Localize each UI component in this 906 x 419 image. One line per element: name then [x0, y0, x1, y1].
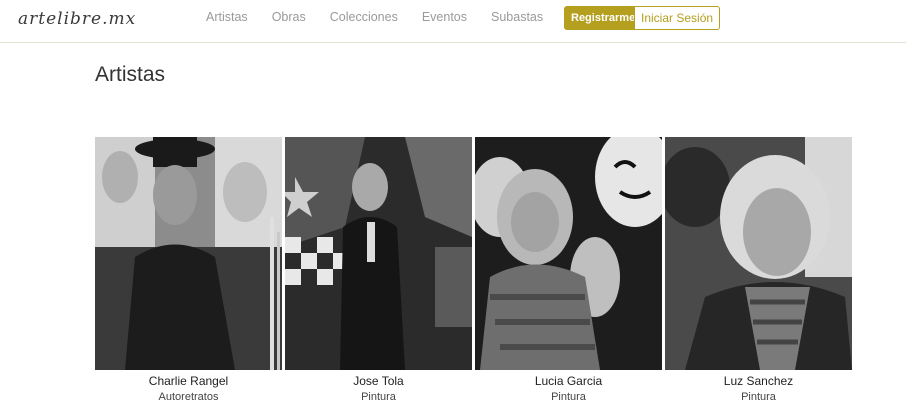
nav-link-colecciones[interactable]: Colecciones — [330, 10, 398, 24]
artist-name[interactable]: Luz Sanchez — [665, 374, 852, 388]
artist-category: Pintura — [361, 391, 396, 403]
artist-portrait-image — [665, 137, 852, 370]
artist-name[interactable]: Lucia Garcia — [475, 374, 662, 388]
top-navbar: artelibre.mx Artistas Obras Colecciones … — [0, 0, 906, 43]
artist-photo[interactable] — [665, 137, 852, 370]
artist-portrait-image — [95, 137, 282, 370]
nav-link-artistas[interactable]: Artistas — [206, 10, 248, 24]
page-title: Artistas — [95, 63, 166, 86]
artist-card-charlie-rangel[interactable]: Charlie Rangel Autoretratos — [95, 137, 282, 403]
artist-photo[interactable] — [475, 137, 662, 370]
artist-category: Autoretratos — [158, 391, 219, 403]
nav-link-eventos[interactable]: Eventos — [422, 10, 467, 24]
site-logo[interactable]: artelibre.mx — [18, 9, 136, 29]
artist-portrait-image — [475, 137, 662, 370]
artist-card-lucia-garcia[interactable]: Lucia Garcia Pintura — [475, 137, 662, 403]
artist-category: Pintura — [741, 391, 776, 403]
nav-link-subastas[interactable]: Subastas — [491, 10, 543, 24]
artist-category: Pintura — [551, 391, 586, 403]
register-button[interactable]: Registrarme — [564, 6, 643, 30]
nav-link-obras[interactable]: Obras — [272, 10, 306, 24]
artist-card-luz-sanchez[interactable]: Luz Sanchez Pintura — [665, 137, 852, 403]
artist-name[interactable]: Jose Tola — [285, 374, 472, 388]
artist-portrait-image — [285, 137, 472, 370]
main-nav: Artistas Obras Colecciones Eventos Subas… — [206, 10, 567, 24]
artist-name[interactable]: Charlie Rangel — [95, 374, 282, 388]
artist-photo[interactable] — [285, 137, 472, 370]
artist-card-jose-tola[interactable]: Jose Tola Pintura — [285, 137, 472, 403]
login-button[interactable]: Iniciar Sesión — [634, 6, 721, 30]
artist-photo[interactable] — [95, 137, 282, 370]
